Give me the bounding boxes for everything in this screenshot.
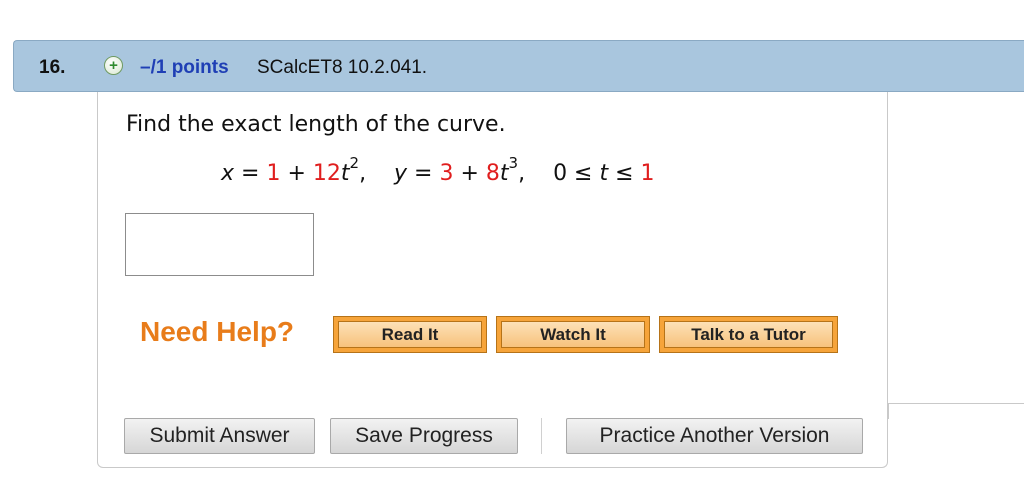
- watch-it-button[interactable]: Watch It: [496, 316, 650, 353]
- read-it-button[interactable]: Read It: [333, 316, 487, 353]
- y-exponent: 3: [508, 153, 519, 172]
- read-it-label: Read It: [338, 321, 482, 348]
- x-separator: ,: [359, 161, 395, 186]
- y-t-variable: t: [499, 161, 509, 186]
- frame-divider: [888, 403, 1024, 404]
- y-coefficient: 8: [485, 161, 500, 186]
- need-help-label: Need Help?: [140, 316, 295, 347]
- x-exponent: 2: [349, 153, 360, 172]
- submit-answer-button[interactable]: Submit Answer: [124, 418, 315, 454]
- y-variable: y: [394, 161, 408, 186]
- practice-another-version-button[interactable]: Practice Another Version: [566, 418, 863, 454]
- y-equals: =: [407, 161, 440, 186]
- range-le-2: ≤: [608, 161, 641, 186]
- question-body: [97, 92, 888, 468]
- talk-to-tutor-button[interactable]: Talk to a Tutor: [659, 316, 838, 353]
- y-constant: 3: [439, 161, 454, 186]
- talk-to-tutor-label: Talk to a Tutor: [664, 321, 833, 348]
- action-divider: [541, 418, 542, 454]
- y-separator: ,: [518, 161, 554, 186]
- curve-equation: x = 1 + 12t2, y = 3 + 8t3, 0 ≤ t ≤ 1: [221, 155, 655, 186]
- save-progress-button[interactable]: Save Progress: [330, 418, 518, 454]
- question-header: 16. + –/1 points SCalcET8 10.2.041.: [13, 40, 1024, 92]
- x-t-variable: t: [340, 161, 350, 186]
- range-low: 0: [553, 161, 568, 186]
- x-coefficient: 12: [312, 161, 341, 186]
- question-source: SCalcET8 10.2.041.: [257, 57, 428, 78]
- y-plus: +: [453, 161, 486, 186]
- x-variable: x: [221, 161, 235, 186]
- frame-divider-vertical: [888, 403, 889, 419]
- problem-prompt: Find the exact length of the curve.: [126, 112, 506, 137]
- watch-it-label: Watch It: [501, 321, 645, 348]
- x-equals: =: [234, 161, 267, 186]
- answer-input[interactable]: [125, 213, 314, 276]
- range-le-1: ≤: [567, 161, 600, 186]
- x-constant: 1: [266, 161, 281, 186]
- question-number: 16.: [39, 57, 66, 78]
- range-t-variable: t: [599, 161, 609, 186]
- question-points: –/1 points: [140, 57, 229, 78]
- range-high: 1: [640, 161, 655, 186]
- expand-plus-icon[interactable]: +: [104, 56, 123, 75]
- x-plus: +: [280, 161, 313, 186]
